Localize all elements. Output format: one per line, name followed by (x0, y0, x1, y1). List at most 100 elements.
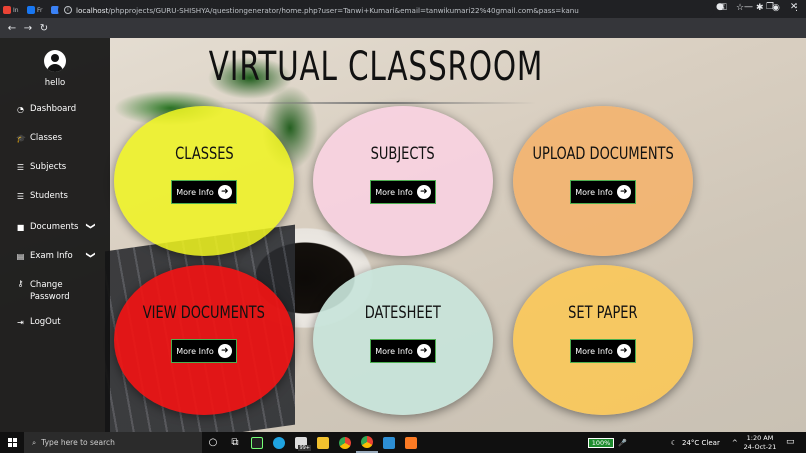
start-button[interactable] (0, 432, 24, 453)
arrow-right-icon: ➜ (217, 185, 232, 199)
browser-tab[interactable]: In (0, 2, 24, 18)
url-text: localhost/phpprojects/GURU-SHISHYA/quest… (76, 5, 579, 15)
sidebar-item-logout[interactable]: ⇥ LogOut (16, 317, 61, 327)
browser-tab[interactable]: Fr (24, 2, 48, 18)
search-icon: ⌕ (32, 437, 37, 447)
arrow-right-icon: ➜ (416, 344, 431, 358)
sidebar: hello ◔ Dashboard 🎓 Classes ☰ Subjects ☰… (0, 38, 110, 432)
sidebar-item-label: Documents (30, 222, 79, 232)
notifications-icon[interactable]: ▭ (786, 437, 795, 447)
mail-icon[interactable]: 99+ (290, 432, 312, 453)
more-info-label: More Info (176, 187, 214, 197)
page-title: VIRTUAL CLASSROOM (208, 44, 544, 90)
card-title: SUBJECTS (370, 144, 436, 164)
tab-favicon-icon (3, 6, 11, 14)
sidebar-item-label-line2: Password (30, 292, 70, 302)
sidebar-item-label: LogOut (30, 317, 61, 327)
more-info-label: More Info (575, 346, 613, 356)
clock-time: 1:20 AM (746, 434, 774, 442)
id-card-icon: ▤ (16, 251, 25, 261)
app-icon[interactable] (246, 432, 268, 453)
graduation-cap-icon: 🎓 (16, 133, 26, 143)
tab-label: Fr (37, 6, 43, 14)
card-upload-documents: UPLOAD DOCUMENTS More Info ➜ (513, 106, 693, 256)
back-icon[interactable]: ← (4, 23, 20, 34)
sidebar-item-label-line1: Change (30, 280, 63, 290)
more-info-button[interactable]: More Info ➜ (570, 339, 636, 363)
site-info-icon[interactable]: i (64, 6, 72, 14)
arrow-right-icon: ➜ (616, 185, 631, 199)
user-avatar-icon (44, 50, 66, 72)
sidebar-item-exam-info[interactable]: ▤ Exam Info (16, 251, 73, 261)
system-tray: 100% 🎤 ☾ 24°C Clear ^ (588, 432, 738, 453)
more-info-label: More Info (176, 346, 214, 356)
more-info-button[interactable]: More Info ➜ (171, 180, 237, 204)
sidebar-item-label: Change Password (30, 279, 70, 303)
card-title: UPLOAD DOCUMENTS (532, 144, 674, 164)
arrow-right-icon: ➜ (616, 344, 631, 358)
windows-logo-icon (7, 438, 17, 447)
chevron-down-icon[interactable]: ❯ (85, 251, 95, 259)
card-view-documents: VIEW DOCUMENTS More Info ➜ (114, 265, 294, 415)
tray-chevron-up-icon[interactable]: ^ (732, 439, 738, 447)
battery-indicator[interactable]: 100% (588, 437, 614, 448)
key-icon: ⚷ (17, 279, 24, 288)
task-view-icon[interactable]: ⧉ (224, 432, 246, 453)
file-explorer-icon[interactable] (312, 432, 334, 453)
greeting: hello (44, 78, 66, 88)
sidebar-item-label: Students (30, 191, 68, 201)
address-bar[interactable]: i localhost/phpprojects/GURU-SHISHYA/que… (58, 2, 714, 18)
tab-label: In (13, 6, 19, 14)
key-icon[interactable]: ⚿ (720, 3, 727, 13)
edge-icon[interactable] (268, 432, 290, 453)
taskbar-search[interactable]: ⌕ Type here to search (24, 432, 202, 453)
sidebar-item-students[interactable]: ☰ Students (16, 191, 68, 201)
sidebar-item-change-password[interactable]: ⚷ Change Password (16, 279, 70, 303)
chrome-active-icon[interactable] (356, 432, 378, 453)
tab-favicon-icon (27, 6, 35, 14)
more-info-button[interactable]: More Info ➜ (370, 180, 436, 204)
browser-menu-icon[interactable]: ⋮ (792, 3, 801, 13)
chevron-down-icon[interactable]: ❯ (85, 222, 95, 230)
card-classes: CLASSES More Info ➜ (114, 106, 294, 256)
search-placeholder: Type here to search (41, 438, 115, 447)
sidebar-item-label: Subjects (30, 162, 67, 172)
chrome-icon[interactable] (334, 432, 356, 453)
weather-moon-icon[interactable]: ☾ (671, 439, 677, 447)
reload-icon[interactable]: ↻ (36, 23, 52, 34)
minimize-button[interactable]: — (744, 2, 753, 12)
sidebar-item-documents[interactable]: ■ Documents (16, 222, 79, 232)
folder-icon: ■ (16, 222, 25, 232)
card-datesheet: DATESHEET More Info ➜ (313, 265, 493, 415)
browser-toolbar: ← → ↻ (0, 18, 806, 38)
clock-date: 24-Oct-21 (743, 442, 777, 451)
vscode-icon[interactable] (378, 432, 400, 453)
bookmark-star-icon[interactable]: ☆ (736, 3, 744, 13)
arrow-right-icon: ➜ (416, 185, 431, 199)
sidebar-item-classes[interactable]: 🎓 Classes (16, 133, 62, 143)
cortana-icon[interactable]: ○ (202, 432, 224, 453)
more-info-label: More Info (575, 187, 613, 197)
sign-out-icon: ⇥ (17, 317, 24, 327)
microphone-icon[interactable]: 🎤 (618, 439, 627, 447)
sidebar-item-label: Classes (30, 133, 63, 143)
sidebar-item-label: Dashboard (30, 104, 77, 114)
more-info-button[interactable]: More Info ➜ (171, 339, 237, 363)
card-title: VIEW DOCUMENTS (142, 303, 266, 323)
sidebar-item-dashboard[interactable]: ◔ Dashboard (16, 104, 76, 114)
web-page: hello ◔ Dashboard 🎓 Classes ☰ Subjects ☰… (0, 38, 806, 432)
extensions-icon[interactable]: ✱ (756, 3, 764, 13)
weather-text[interactable]: 24°C Clear (682, 439, 720, 447)
title-divider (216, 102, 536, 104)
card-title: CLASSES (174, 144, 234, 164)
list-icon: ☰ (16, 191, 25, 201)
xampp-icon[interactable] (400, 432, 422, 453)
forward-icon[interactable]: → (20, 23, 36, 34)
tachometer-icon: ◔ (17, 104, 24, 114)
sidebar-item-subjects[interactable]: ☰ Subjects (16, 162, 66, 172)
more-info-button[interactable]: More Info ➜ (370, 339, 436, 363)
profile-avatar-icon[interactable]: ◉ (772, 3, 780, 13)
card-title: DATESHEET (364, 303, 442, 323)
taskbar-clock[interactable]: 1:20 AM 24-Oct-21 (742, 434, 778, 451)
more-info-button[interactable]: More Info ➜ (570, 180, 636, 204)
